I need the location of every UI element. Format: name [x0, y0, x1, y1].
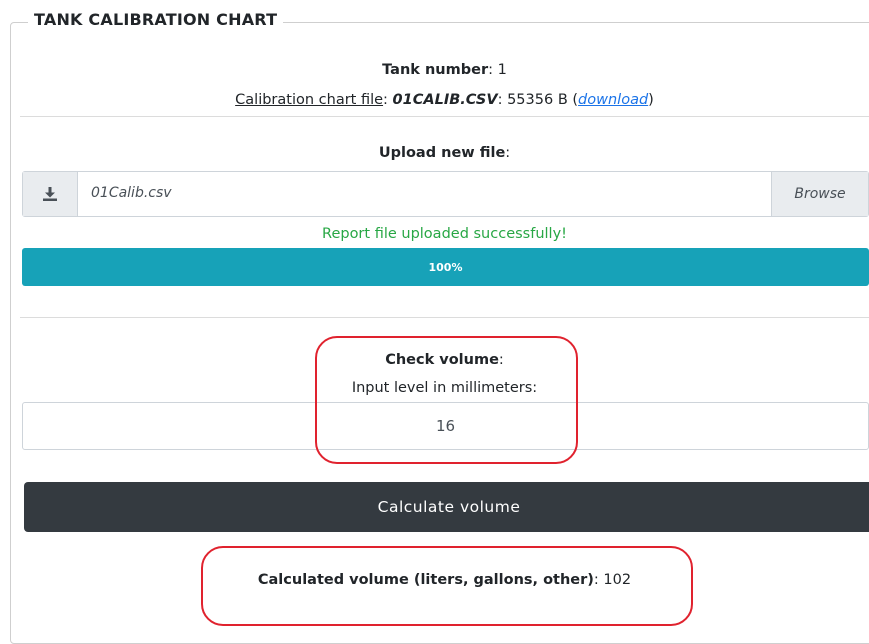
calibration-file-line: Calibration chart file: 01CALIB.CSV: 553… [235, 92, 654, 108]
tank-number-line: Tank number: 1 [382, 62, 507, 78]
calibration-filename: 01CALIB.CSV [392, 92, 498, 108]
upload-success-message: Report file uploaded successfully! [322, 226, 567, 242]
upload-progress-bar: 100% [22, 248, 869, 286]
calculate-volume-button[interactable]: Calculate volume [24, 482, 869, 532]
highlight-oval-check-volume [315, 336, 578, 464]
file-input-group[interactable]: 01Calib.csv Browse [22, 171, 869, 217]
fieldset-legend: TANK CALIBRATION CHART [28, 10, 284, 29]
selected-file-name: 01Calib.csv [91, 185, 172, 201]
highlight-oval-result [201, 546, 693, 626]
download-link[interactable]: download [578, 92, 648, 108]
calibration-file-label: Calibration chart file [235, 92, 384, 108]
divider [20, 317, 869, 318]
tank-number-value: 1 [497, 62, 507, 78]
divider [20, 116, 869, 117]
download-icon [23, 172, 78, 216]
calibration-file-size: 55356 B [507, 92, 568, 108]
progress-fill: 100% [22, 248, 869, 286]
browse-button[interactable]: Browse [771, 172, 868, 216]
upload-label: Upload new file [378, 145, 506, 161]
tank-number-label: Tank number [382, 62, 489, 78]
upload-heading: Upload new file: [378, 145, 511, 161]
